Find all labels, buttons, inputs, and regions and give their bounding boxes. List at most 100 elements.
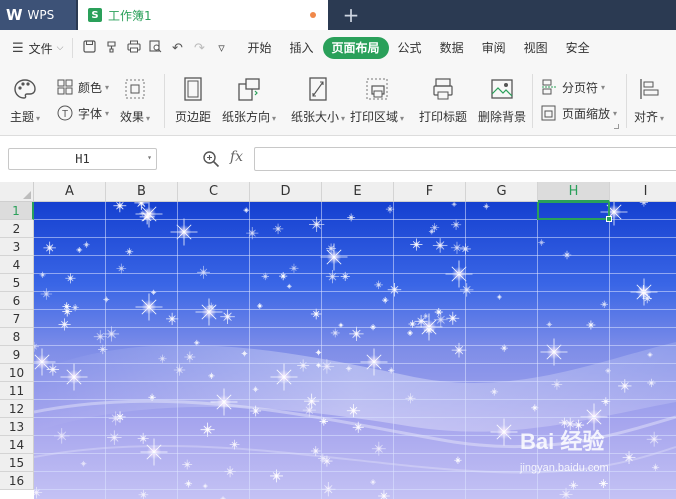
- margins-button[interactable]: 页边距: [175, 76, 211, 125]
- ribbon-dialog-launcher[interactable]: [614, 124, 619, 129]
- new-tab-button[interactable]: +: [340, 3, 362, 27]
- tab-page-layout[interactable]: 页面布局: [322, 37, 389, 59]
- row-header-11[interactable]: 11: [0, 382, 34, 400]
- row-header-5[interactable]: 5: [0, 274, 34, 292]
- column-header-f[interactable]: F: [394, 182, 466, 202]
- save-icon[interactable]: [79, 39, 101, 57]
- wps-app-label: WPS: [27, 8, 55, 22]
- delete-background-button[interactable]: 删除背景: [478, 76, 526, 125]
- row-header-6[interactable]: 6: [0, 292, 34, 310]
- print-area-label: 打印区域 ▾: [350, 110, 405, 124]
- insert-function-icon[interactable]: fx: [230, 149, 243, 165]
- row-header-15[interactable]: 15: [0, 454, 34, 472]
- orientation-button[interactable]: 纸张方向 ▾: [222, 76, 276, 125]
- column-header-h[interactable]: H: [538, 182, 610, 202]
- row-header-7[interactable]: 7: [0, 310, 34, 328]
- color-grid-icon: [56, 78, 74, 96]
- name-box[interactable]: H1 ▾: [8, 148, 157, 170]
- row-header-12[interactable]: 12: [0, 400, 34, 418]
- wps-home-tab[interactable]: W WPS: [0, 0, 76, 30]
- tab-security[interactable]: 安全: [557, 37, 599, 59]
- theme-button[interactable]: 主题 ▾: [10, 76, 40, 125]
- fonts-label: 字体: [78, 106, 103, 121]
- print-preview-icon[interactable]: [145, 39, 167, 57]
- row-header-3[interactable]: 3: [0, 238, 34, 256]
- format-painter-icon[interactable]: [101, 40, 123, 57]
- colors-button[interactable]: 颜色 ▾: [56, 78, 109, 96]
- delete-background-icon: [489, 76, 515, 102]
- column-header-c[interactable]: C: [178, 182, 250, 202]
- row-header-16[interactable]: 16: [0, 472, 34, 490]
- align-icon: [636, 76, 662, 102]
- menu-bar: ☰ 文件 ⌵ ↶ ↷ ▿ 开始 插入 页面布局 公式 数据 审阅 视图 安全: [0, 30, 676, 66]
- active-cell-h1[interactable]: [537, 202, 612, 222]
- print-area-button[interactable]: 打印区域 ▾: [350, 76, 404, 125]
- grid-line: [34, 291, 676, 292]
- paper-size-button[interactable]: 纸张大小 ▾: [291, 76, 345, 125]
- ribbon-page-layout: 主题 ▾ 颜色 ▾ T 字体 ▾ 效果 ▾ 页边距 纸张方向 ▾ 纸张大小 ▾ …: [0, 66, 676, 136]
- row-header-13[interactable]: 13: [0, 418, 34, 436]
- row-header-1[interactable]: 1: [0, 202, 34, 220]
- colors-label: 颜色: [78, 80, 103, 95]
- tab-home[interactable]: 开始: [239, 37, 281, 59]
- document-name: 工作簿1: [108, 8, 152, 23]
- hamburger-icon: ☰: [12, 40, 24, 56]
- column-header-b[interactable]: B: [106, 182, 178, 202]
- print-titles-button[interactable]: 打印标题: [419, 76, 467, 125]
- tab-data[interactable]: 数据: [431, 37, 473, 59]
- effects-icon: [122, 76, 148, 102]
- print-area-icon: [364, 76, 390, 102]
- column-header-i[interactable]: I: [610, 182, 676, 202]
- file-menu-button[interactable]: ☰ 文件 ⌵: [12, 40, 64, 57]
- tab-review[interactable]: 审阅: [473, 37, 515, 59]
- file-menu-label: 文件: [28, 41, 53, 56]
- column-header-e[interactable]: E: [322, 182, 394, 202]
- watermark-url-text: jingyan.baidu.com: [520, 462, 609, 474]
- delete-background-label: 删除背景: [478, 110, 527, 124]
- print-icon[interactable]: [123, 40, 145, 57]
- row-header-4[interactable]: 4: [0, 256, 34, 274]
- grid-line: [393, 202, 394, 499]
- document-tab[interactable]: S 工作簿1: [78, 0, 328, 30]
- name-box-value: H1: [75, 152, 90, 166]
- fill-handle[interactable]: [606, 216, 612, 222]
- align-label: 对齐 ▾: [634, 110, 665, 124]
- align-button[interactable]: 对齐 ▾: [634, 76, 664, 125]
- grid-line: [34, 327, 676, 328]
- column-header-g[interactable]: G: [466, 182, 538, 202]
- fonts-button[interactable]: T 字体 ▾: [56, 104, 109, 122]
- formula-input[interactable]: [254, 147, 676, 171]
- chevron-down-icon[interactable]: ▾: [147, 153, 152, 162]
- column-header-a[interactable]: A: [34, 182, 106, 202]
- tab-formulas[interactable]: 公式: [389, 37, 431, 59]
- redo-icon[interactable]: ↷: [189, 41, 211, 56]
- page-break-label: 分页符: [562, 80, 599, 95]
- ribbon-divider: [532, 74, 533, 128]
- grid-line: [105, 202, 106, 499]
- tab-insert[interactable]: 插入: [281, 37, 323, 59]
- customize-dropdown-icon[interactable]: ▿: [211, 41, 233, 56]
- row-header-8[interactable]: 8: [0, 328, 34, 346]
- grid-line: [34, 273, 676, 274]
- page-break-button[interactable]: 分页符 ▾: [540, 78, 605, 96]
- paper-size-icon: [305, 76, 331, 102]
- row-header-14[interactable]: 14: [0, 436, 34, 454]
- zoom-magnifier-icon[interactable]: [202, 150, 220, 168]
- tab-view[interactable]: 视图: [515, 37, 557, 59]
- select-all-corner[interactable]: [0, 182, 34, 202]
- row-header-2[interactable]: 2: [0, 220, 34, 238]
- row-header-9[interactable]: 9: [0, 346, 34, 364]
- row-header-10[interactable]: 10: [0, 364, 34, 382]
- column-header-d[interactable]: D: [250, 182, 322, 202]
- palette-icon: [12, 76, 38, 102]
- spreadsheet-icon: S: [88, 8, 102, 22]
- wps-logo-icon: W: [6, 6, 23, 24]
- paper-size-label: 纸张大小 ▾: [291, 110, 346, 124]
- title-bar: W WPS S 工作簿1 +: [0, 0, 676, 30]
- undo-icon[interactable]: ↶: [167, 41, 189, 56]
- orientation-icon: [236, 76, 262, 102]
- effects-button[interactable]: 效果 ▾: [120, 76, 150, 125]
- page-zoom-button[interactable]: 页面缩放 ▾: [540, 104, 617, 122]
- grid-line: [249, 202, 250, 499]
- effects-label: 效果 ▾: [120, 110, 151, 124]
